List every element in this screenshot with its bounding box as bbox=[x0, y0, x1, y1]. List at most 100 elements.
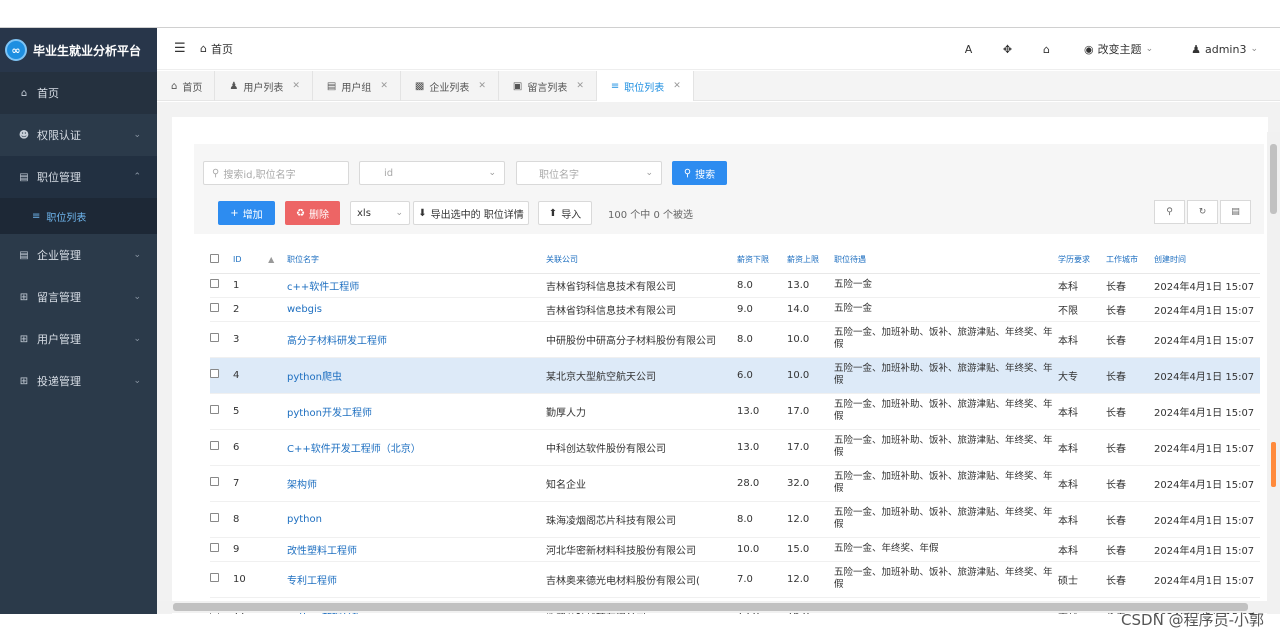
sidebar-item-user[interactable]: ⊞ 用户管理 ⌄ bbox=[0, 318, 157, 360]
row-education: 本科 bbox=[1058, 393, 1106, 430]
checkbox[interactable] bbox=[210, 369, 219, 378]
columns-icon[interactable]: ▤ bbox=[1220, 200, 1251, 224]
row-checkbox[interactable] bbox=[210, 465, 233, 502]
add-button[interactable]: + 增加 bbox=[218, 201, 275, 225]
checkbox[interactable] bbox=[210, 303, 219, 312]
tab-home[interactable]: ⌂ 首页 bbox=[157, 71, 216, 101]
checkbox[interactable] bbox=[210, 513, 219, 522]
import-button[interactable]: ⬆ 导入 bbox=[538, 201, 592, 225]
tab-user-list[interactable]: ♟ 用户列表 ✕ bbox=[215, 71, 313, 101]
table-row[interactable]: 10 专利工程师 吉林奥来德光电材料股份有限公司(7.0 12.0 五险一金、加班补助、… bbox=[210, 561, 1260, 598]
row-name[interactable]: python爬虫 bbox=[287, 357, 546, 394]
row-checkbox[interactable] bbox=[210, 537, 233, 562]
row-checkbox[interactable] bbox=[210, 561, 233, 598]
row-company: 勤厚人力 bbox=[546, 393, 737, 430]
row-name[interactable]: C++软件开发工程师（北京） bbox=[287, 429, 546, 466]
name-select[interactable]: 职位名字 ⌄ bbox=[516, 161, 662, 185]
row-checkbox[interactable] bbox=[210, 273, 233, 298]
close-icon[interactable]: ✕ bbox=[292, 81, 300, 91]
row-name[interactable]: python bbox=[287, 501, 546, 538]
checkbox[interactable] bbox=[210, 441, 219, 450]
close-icon[interactable]: ✕ bbox=[576, 81, 584, 91]
breadcrumb[interactable]: ⌂ 首页 bbox=[200, 41, 233, 57]
col-salary-min[interactable]: 薪资下限 bbox=[737, 247, 787, 274]
row-name[interactable]: 改性塑料工程师 bbox=[287, 537, 546, 562]
row-salary-max: 10.0 bbox=[787, 357, 834, 394]
table-row[interactable]: 6 C++软件开发工程师（北京） 中科创达软件股份有限公司 13.0 17.0 五险一金、… bbox=[210, 429, 1260, 466]
top-header: ☰ ⌂ 首页 A ✥ ⌂ ◉ 改变主题 ⌄ ♟ admin3 ⌄ bbox=[157, 28, 1280, 70]
scroll-thumb[interactable] bbox=[173, 603, 1248, 611]
col-salary-max[interactable]: 薪资上限 bbox=[787, 247, 834, 274]
checkbox[interactable] bbox=[210, 333, 219, 342]
export-button[interactable]: ⬇ 导出选中的 职位详情 bbox=[413, 201, 529, 225]
close-icon[interactable]: ✕ bbox=[380, 81, 388, 91]
id-select[interactable]: id ⌄ bbox=[359, 161, 505, 185]
theme-switcher[interactable]: ◉ 改变主题 ⌄ bbox=[1084, 41, 1153, 57]
table-row[interactable]: 2 webgis 吉林省钧科信息技术有限公司 9.0 14.0 五险一金 不限 长春 2024年… bbox=[210, 297, 1260, 322]
row-name[interactable]: 架构师 bbox=[287, 465, 546, 502]
row-checkbox[interactable] bbox=[210, 321, 233, 358]
table-row[interactable]: 5 python开发工程师 勤厚人力 13.0 17.0 五险一金、加班补助、饭补、旅游津… bbox=[210, 393, 1260, 430]
refresh-icon[interactable]: ↻ bbox=[1187, 200, 1218, 224]
checkbox[interactable] bbox=[210, 405, 219, 414]
sidebar-item-delivery[interactable]: ⊞ 投递管理 ⌄ bbox=[0, 360, 157, 402]
row-checkbox[interactable] bbox=[210, 297, 233, 322]
checkbox[interactable] bbox=[210, 573, 219, 582]
checkbox[interactable] bbox=[210, 477, 219, 486]
tab-bar: ⌂ 首页 ♟ 用户列表 ✕ ▤ 用户组 ✕ ▩ 企业列表 ✕ ▣ 留言列表 ✕ … bbox=[157, 71, 1280, 101]
home-icon: ⌂ bbox=[200, 42, 207, 55]
scroll-thumb[interactable] bbox=[1270, 144, 1277, 214]
table-row[interactable]: 1 c++软件工程师 吉林省钧科信息技术有限公司 8.0 13.0 五险一金 本科 长春 202… bbox=[210, 273, 1260, 298]
export-format-select[interactable]: xls ⌄ bbox=[350, 201, 410, 225]
row-name[interactable]: python开发工程师 bbox=[287, 393, 546, 430]
home-icon[interactable]: ⌂ bbox=[1027, 43, 1066, 56]
col-city[interactable]: 工作城市 bbox=[1106, 247, 1154, 274]
row-name[interactable]: 高分子材料研发工程师 bbox=[287, 321, 546, 358]
row-name[interactable]: 专利工程师 bbox=[287, 561, 546, 598]
brand[interactable]: ∞ 毕业生就业分析平台 bbox=[0, 28, 157, 72]
col-education[interactable]: 学历要求 bbox=[1058, 247, 1106, 274]
sidebar-item-auth[interactable]: ☻ 权限认证 ⌄ bbox=[0, 114, 157, 156]
menu-toggle-icon[interactable]: ☰ bbox=[174, 41, 186, 56]
row-name[interactable]: webgis bbox=[287, 297, 546, 322]
close-icon[interactable]: ✕ bbox=[478, 81, 486, 91]
vertical-scrollbar[interactable] bbox=[1267, 132, 1280, 614]
row-welfare: 五险一金、加班补助、饭补、旅游津贴、年终奖、年假 bbox=[834, 321, 1058, 358]
checkbox[interactable] bbox=[210, 279, 219, 288]
col-created[interactable]: 创建时间 bbox=[1154, 247, 1260, 274]
table-row[interactable]: 9 改性塑料工程师 河北华密新材料科技股份有限公司 10.0 15.0 五险一金、年终奖、… bbox=[210, 537, 1260, 562]
col-company[interactable]: 关联公司 bbox=[546, 247, 737, 274]
user-menu[interactable]: ♟ admin3 ⌄ bbox=[1191, 43, 1258, 56]
table-row[interactable]: 7 架构师 知名企业 28.0 32.0 五险一金、加班补助、饭补、旅游津贴、年终奖、年假… bbox=[210, 465, 1260, 502]
sidebar-item-home[interactable]: ⌂ 首页 bbox=[0, 72, 157, 114]
row-name[interactable]: c++软件工程师 bbox=[287, 273, 546, 298]
table-row[interactable]: 8 python 珠海凌烟阁芯片科技有限公司 8.0 12.0 五险一金、加班补助、饭补、… bbox=[210, 501, 1260, 538]
sidebar-item-jobs[interactable]: ▤ 职位管理 ⌃ bbox=[0, 156, 157, 198]
tab-message-list[interactable]: ▣ 留言列表 ✕ bbox=[499, 71, 597, 101]
font-size-icon[interactable]: A bbox=[949, 43, 988, 56]
fullscreen-icon[interactable]: ✥ bbox=[988, 43, 1027, 56]
row-checkbox[interactable] bbox=[210, 429, 233, 466]
table-row[interactable]: 3 高分子材料研发工程师 中研股份中研高分子材料股份有限公司 8.0 10.0 五险一金、… bbox=[210, 321, 1260, 358]
col-name[interactable]: 职位名字 bbox=[287, 247, 546, 274]
tab-job-list[interactable]: ≡ 职位列表 ✕ bbox=[596, 71, 694, 101]
close-icon[interactable]: ✕ bbox=[673, 81, 681, 91]
row-checkbox[interactable] bbox=[210, 357, 233, 394]
table-row[interactable]: 4 python爬虫 某北京大型航空航天公司 6.0 10.0 五险一金、加班补助、饭补、… bbox=[210, 357, 1260, 394]
checkbox[interactable] bbox=[210, 543, 219, 552]
col-welfare[interactable]: 职位待遇 bbox=[834, 247, 1058, 274]
sidebar-item-company[interactable]: ▤ 企业管理 ⌄ bbox=[0, 234, 157, 276]
horizontal-scrollbar[interactable] bbox=[157, 601, 1268, 613]
search-icon[interactable]: ⚲ bbox=[1154, 200, 1185, 224]
row-checkbox[interactable] bbox=[210, 501, 233, 538]
sidebar-item-job-list[interactable]: ≡ 职位列表 bbox=[0, 198, 157, 234]
tab-company-list[interactable]: ▩ 企业列表 ✕ bbox=[401, 71, 499, 101]
sidebar-item-message[interactable]: ⊞ 留言管理 ⌄ bbox=[0, 276, 157, 318]
tab-user-group[interactable]: ▤ 用户组 ✕ bbox=[313, 71, 401, 101]
delete-button[interactable]: ♻ 删除 bbox=[285, 201, 340, 225]
search-button[interactable]: ⚲ 搜索 bbox=[672, 161, 727, 185]
keyword-search-input[interactable]: ⚲ 搜索id,职位名字 bbox=[203, 161, 349, 185]
row-checkbox[interactable] bbox=[210, 393, 233, 430]
select-all-checkbox[interactable] bbox=[210, 247, 233, 274]
col-id[interactable]: ID ▲ bbox=[233, 247, 287, 274]
